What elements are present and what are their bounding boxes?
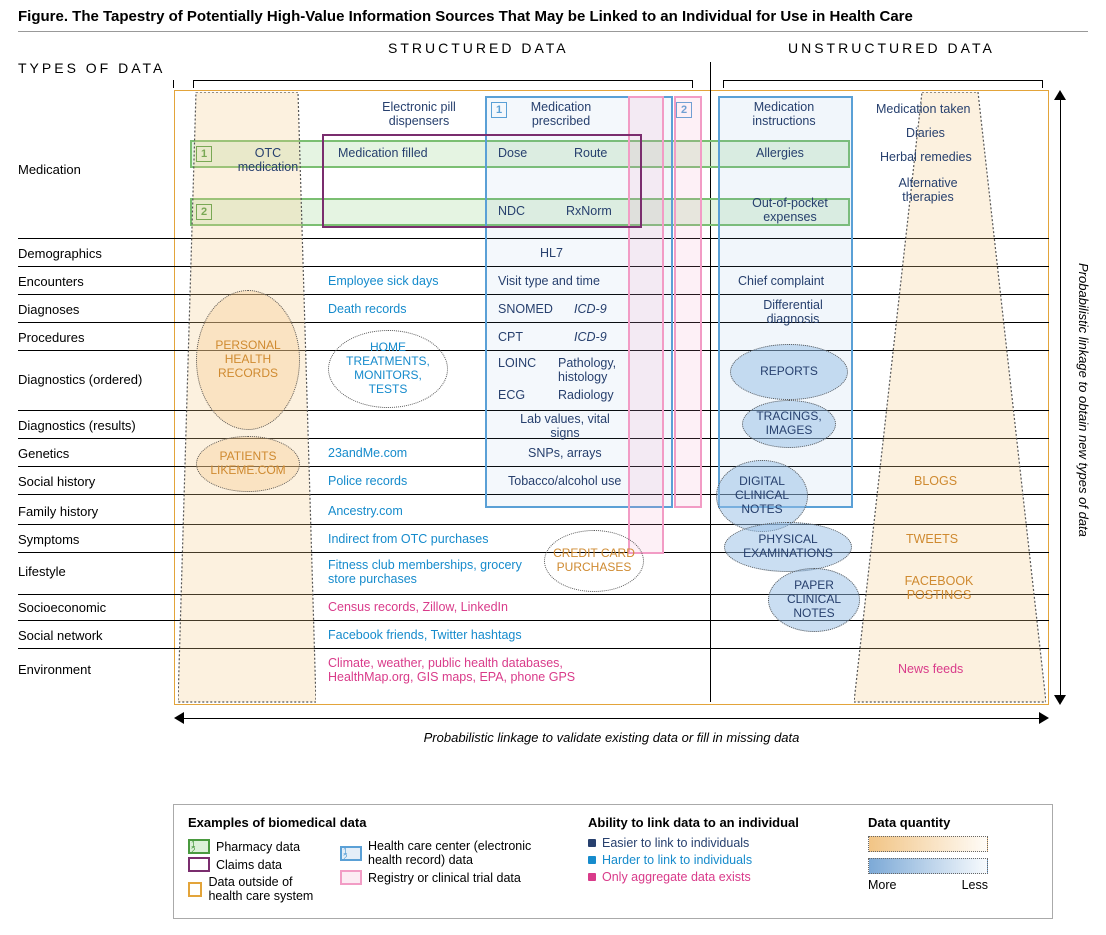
t-lab: Lab values, vital signs — [520, 412, 610, 440]
legend-h3: Data quantity — [868, 815, 988, 830]
t-ecg: ECG — [498, 388, 525, 402]
t-diaries: Diaries — [906, 126, 945, 140]
t-env: Climate, weather, public health database… — [328, 656, 638, 684]
row-medication: Medication — [18, 162, 81, 177]
t-rxnorm: RxNorm — [566, 204, 612, 218]
row-diagnostics-ordered: Diagnostics (ordered) — [18, 372, 142, 387]
unstructured-hdr: UNSTRUCTURED DATA — [788, 40, 995, 56]
t-fb: Facebook friends, Twitter hashtags — [328, 628, 522, 642]
bullet-hard — [588, 856, 596, 864]
t-medinst: Medication instructions — [734, 100, 834, 128]
row-social-history: Social history — [18, 474, 95, 489]
swatch-outside — [188, 882, 202, 897]
qty-gradient-orange — [868, 836, 988, 852]
swatch-pharmacy: 12 — [188, 839, 210, 854]
row-symptoms: Symptoms — [18, 532, 79, 547]
t-news: News feeds — [898, 662, 963, 676]
row-genetics: Genetics — [18, 446, 69, 461]
row-socioeconomic: Socioeconomic — [18, 600, 106, 615]
t-fbpost: FACEBOOK POSTINGS — [894, 574, 984, 602]
t-path: Pathology, histology — [558, 356, 638, 384]
swatch-registry — [340, 870, 362, 885]
row-procedures: Procedures — [18, 330, 84, 345]
figure-title: Figure. The Tapestry of Potentially High… — [18, 8, 1088, 32]
bullet-easy — [588, 839, 596, 847]
t-oop: Out-of-pocket expenses — [740, 196, 840, 224]
oval-tracings: TRACINGS, IMAGES — [742, 400, 836, 448]
t-23andme: 23andMe.com — [328, 446, 407, 460]
t-snomed: SNOMED — [498, 302, 553, 316]
t-ndc: NDC — [498, 204, 525, 218]
t-rad: Radiology — [558, 388, 614, 402]
row-encounters: Encounters — [18, 274, 84, 289]
oval-pex: PHYSICAL EXAMINATIONS — [724, 522, 852, 572]
t-allergies: Allergies — [756, 146, 804, 160]
row-lifestyle: Lifestyle — [18, 564, 66, 579]
t-medtaken: Medication taken — [876, 102, 971, 116]
row-diagnostics-results: Diagnostics (results) — [18, 418, 136, 433]
row-demographics: Demographics — [18, 246, 102, 261]
t-fitness: Fitness club memberships, grocery store … — [328, 558, 538, 586]
oval-home: HOME TREATMENTS, MONITORS, TESTS — [328, 330, 448, 408]
row-family-history: Family history — [18, 504, 98, 519]
t-route: Route — [574, 146, 607, 160]
t-ancestry: Ancestry.com — [328, 504, 403, 518]
qty-gradient-blue — [868, 858, 988, 874]
registry-box-b — [674, 96, 702, 508]
t-police: Police records — [328, 474, 407, 488]
t-icd9-1: ICD-9 — [574, 302, 607, 316]
legend-h2: Ability to link data to an individual — [588, 815, 828, 830]
t-sick: Employee sick days — [328, 274, 438, 288]
y-arrow — [1053, 90, 1067, 705]
oval-pcn: PAPER CLINICAL NOTES — [768, 568, 860, 632]
row-environment: Environment — [18, 662, 91, 677]
t-blogs: BLOGS — [914, 474, 957, 488]
t-herbal: Herbal remedies — [880, 150, 972, 164]
row-diagnoses: Diagnoses — [18, 302, 79, 317]
column-headers: TYPES OF DATA STRUCTURED DATA UNSTRUCTUR… — [18, 38, 1088, 60]
t-medpres: Medication prescribed — [516, 100, 606, 128]
x-caption: Probabilistic linkage to validate existi… — [174, 730, 1049, 745]
bullet-agg — [588, 873, 596, 881]
structured-hdr: STRUCTURED DATA — [388, 40, 569, 56]
t-dose: Dose — [498, 146, 527, 160]
t-visit: Visit type and time — [498, 274, 600, 288]
oval-plm: PATIENTS LIKEME.COM — [196, 436, 300, 492]
t-census: Census records, Zillow, LinkedIn — [328, 600, 508, 614]
t-tweets: TWEETS — [906, 532, 958, 546]
row-social-network: Social network — [18, 628, 103, 643]
t-tobacco: Tobacco/alcohol use — [508, 474, 621, 488]
t-icd9-2: ICD-9 — [574, 330, 607, 344]
t-death: Death records — [328, 302, 407, 316]
oval-reports: REPORTS — [730, 344, 848, 400]
y-caption: Probabilistic linkage to obtain new type… — [1076, 130, 1091, 670]
x-arrow — [174, 712, 1049, 724]
legend-h1: Examples of biomedical data — [188, 815, 548, 830]
types-hdr: TYPES OF DATA — [18, 60, 165, 76]
t-alt: Alternative therapies — [888, 176, 968, 204]
t-indirect: Indirect from OTC purchases — [328, 532, 488, 546]
t-otc: OTC medication — [228, 146, 308, 174]
t-chief: Chief complaint — [738, 274, 824, 288]
swatch-claims — [188, 857, 210, 872]
t-snps: SNPs, arrays — [528, 446, 602, 460]
t-diffdx: Differential diagnosis — [748, 298, 838, 326]
legend: Examples of biomedical data 12Pharmacy d… — [173, 804, 1053, 919]
t-pilldisp: Electronic pill dispensers — [374, 100, 464, 128]
t-cpt: CPT — [498, 330, 523, 344]
oval-credit: CREDIT CARD PURCHASES — [544, 530, 644, 592]
swatch-ehr: 12 — [340, 846, 362, 861]
t-loinc: LOINC — [498, 356, 536, 370]
t-medfill: Medication filled — [338, 146, 428, 160]
oval-phr: PERSONAL HEALTH RECORDS — [196, 290, 300, 430]
t-hl7: HL7 — [540, 246, 563, 260]
